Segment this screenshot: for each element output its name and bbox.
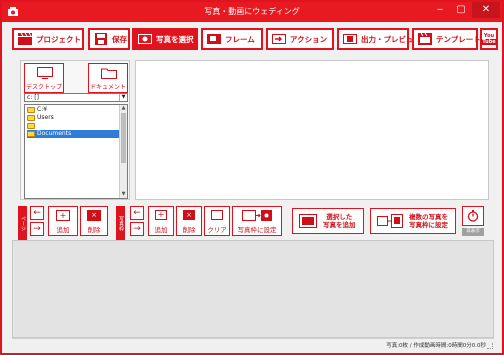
youtube-bottom-label: Tube bbox=[481, 39, 497, 45]
add-selected-label-2: 写真を追加 bbox=[323, 221, 356, 229]
set-multiple-label-2: 写真枠に設定 bbox=[409, 221, 448, 229]
tree-item[interactable] bbox=[27, 122, 37, 130]
action-label: アクション bbox=[290, 34, 328, 44]
documents-button[interactable]: ドキュメント bbox=[88, 63, 128, 93]
clear-frame-icon bbox=[211, 210, 223, 220]
frame-delete-label: 削除 bbox=[182, 226, 196, 234]
delete-frame-icon: × bbox=[183, 210, 195, 220]
page-add-label: 追加 bbox=[56, 226, 70, 234]
tree-scrollbar[interactable]: ▲ ▼ bbox=[119, 105, 127, 198]
chevron-down-icon[interactable]: ▼ bbox=[120, 191, 127, 198]
project-label: プロジェクト bbox=[36, 34, 81, 44]
main-toolbar: プロジェクト 保存 写真を選択 フレーム アクション 出力・プレビュー テンプレ… bbox=[12, 28, 498, 50]
frame-button[interactable]: フレーム bbox=[201, 28, 263, 50]
frame-group-tag: 写真枠 bbox=[116, 206, 125, 240]
photo-preview-area[interactable] bbox=[135, 60, 489, 200]
chevron-down-icon[interactable]: ▼ bbox=[119, 94, 127, 101]
floppy-disk-icon bbox=[95, 33, 107, 45]
page-prev-button[interactable]: ← bbox=[30, 206, 44, 220]
close-button[interactable]: ✕ bbox=[472, 2, 500, 18]
title-bar: 写真・動画にウェディング ‒ ▢ ✕ bbox=[2, 2, 502, 22]
frame-clear-button[interactable]: クリア bbox=[204, 206, 230, 236]
maximize-button[interactable]: ▢ bbox=[451, 2, 471, 18]
folder-tree[interactable]: C:¥ Users Documents ▲ ▼ bbox=[24, 104, 128, 199]
tree-item-selected[interactable]: Documents bbox=[27, 130, 119, 138]
set-multiple-photos-button[interactable]: 複数の写真を 写真枠に設定 bbox=[370, 208, 456, 234]
page-group-tag: ページ bbox=[18, 206, 27, 240]
status-bar: 写真:0枚 / 作成動画時間:0時間0分0.0秒 bbox=[12, 338, 494, 350]
delete-page-icon: × bbox=[87, 210, 101, 221]
folder-icon bbox=[27, 115, 35, 121]
tree-item-label: C:¥ bbox=[37, 106, 48, 113]
minimize-button[interactable]: ‒ bbox=[430, 2, 450, 18]
action-arrow-icon bbox=[272, 34, 286, 44]
action-button[interactable]: アクション bbox=[266, 28, 334, 50]
tree-item-label: Users bbox=[37, 114, 54, 121]
add-photo-icon bbox=[299, 214, 317, 228]
arrow-right-icon: → bbox=[133, 224, 141, 234]
set-multiple-label-1: 複数の写真を bbox=[409, 213, 448, 221]
film-icon bbox=[343, 34, 357, 44]
set-photo-frame-label: 写真枠に設定 bbox=[237, 226, 277, 234]
multiple-photos-icon bbox=[377, 214, 403, 228]
template-button[interactable]: テンプレート bbox=[412, 28, 481, 50]
desktop-label: デスクトップ bbox=[25, 84, 62, 91]
frame-add-label: 追加 bbox=[154, 226, 168, 234]
set-photo-icon bbox=[242, 210, 272, 221]
resize-grip-icon[interactable] bbox=[487, 343, 493, 349]
tree-item[interactable]: C:¥ bbox=[27, 106, 47, 114]
window-title: 写真・動画にウェディング bbox=[204, 7, 300, 16]
project-button[interactable]: プロジェクト bbox=[12, 28, 84, 50]
page-delete-label: 削除 bbox=[87, 226, 101, 234]
arrow-left-icon: ← bbox=[33, 208, 41, 218]
arrow-right-icon: → bbox=[33, 224, 41, 234]
frame-icon bbox=[207, 34, 221, 44]
select-photo-label: 写真を選択 bbox=[156, 34, 194, 44]
page-next-button[interactable]: → bbox=[30, 222, 44, 236]
folder-icon bbox=[27, 123, 35, 129]
chevron-up-icon[interactable]: ▲ bbox=[120, 105, 127, 112]
scrollbar-thumb[interactable] bbox=[121, 113, 126, 163]
frame-next-button[interactable]: → bbox=[130, 222, 144, 236]
add-frame-icon: + bbox=[155, 210, 167, 220]
timer-icon bbox=[467, 210, 479, 222]
drive-select-value: c: [] bbox=[27, 94, 39, 101]
set-photo-frame-button[interactable]: 写真枠に設定 bbox=[232, 206, 282, 236]
status-text: 写真:0枚 / 作成動画時間:0時間0分0.0秒 bbox=[386, 343, 486, 349]
save-label: 保存 bbox=[112, 34, 127, 44]
folder-icon bbox=[101, 68, 117, 79]
output-preview-button[interactable]: 出力・プレビュー bbox=[337, 28, 421, 50]
documents-label: ドキュメント bbox=[89, 84, 126, 91]
page-add-button[interactable]: + 追加 bbox=[48, 206, 78, 236]
clapperboard-icon bbox=[18, 33, 32, 45]
page-thumbnail-area[interactable] bbox=[12, 240, 494, 338]
add-selected-photos-button[interactable]: 選択した 写真を追加 bbox=[292, 208, 364, 234]
frame-add-button[interactable]: + 追加 bbox=[148, 206, 174, 236]
add-page-icon: + bbox=[56, 210, 70, 221]
template-label: テンプレート bbox=[436, 34, 481, 44]
select-photo-button[interactable]: 写真を選択 bbox=[132, 28, 198, 50]
frame-delete-button[interactable]: × 削除 bbox=[176, 206, 202, 236]
drive-select[interactable]: c: [] ▼ bbox=[24, 93, 128, 102]
template-icon bbox=[418, 33, 432, 45]
youtube-button[interactable]: You Tube bbox=[480, 28, 498, 50]
frame-prev-button[interactable]: ← bbox=[130, 206, 144, 220]
save-button[interactable]: 保存 bbox=[88, 28, 130, 50]
add-selected-label-1: 選択した bbox=[326, 213, 353, 221]
frame-clear-label: クリア bbox=[207, 226, 227, 234]
frame-label: フレーム bbox=[225, 34, 255, 44]
timer-button[interactable] bbox=[462, 206, 484, 226]
tree-item-label: Documents bbox=[37, 130, 72, 137]
folder-icon bbox=[27, 131, 35, 137]
timer-label: 非表示 bbox=[462, 228, 484, 236]
arrow-left-icon: ← bbox=[133, 208, 141, 218]
folder-icon bbox=[27, 107, 35, 113]
file-browser-panel: デスクトップ ドキュメント c: [] ▼ C:¥ Users Document… bbox=[20, 60, 130, 200]
monitor-icon bbox=[37, 67, 53, 79]
desktop-button[interactable]: デスクトップ bbox=[24, 63, 64, 93]
tree-item[interactable]: Users bbox=[27, 114, 54, 122]
app-window: 写真・動画にウェディング ‒ ▢ ✕ プロジェクト 保存 写真を選択 フレーム … bbox=[0, 0, 504, 355]
photo-icon bbox=[138, 34, 152, 44]
page-delete-button[interactable]: × 削除 bbox=[80, 206, 108, 236]
